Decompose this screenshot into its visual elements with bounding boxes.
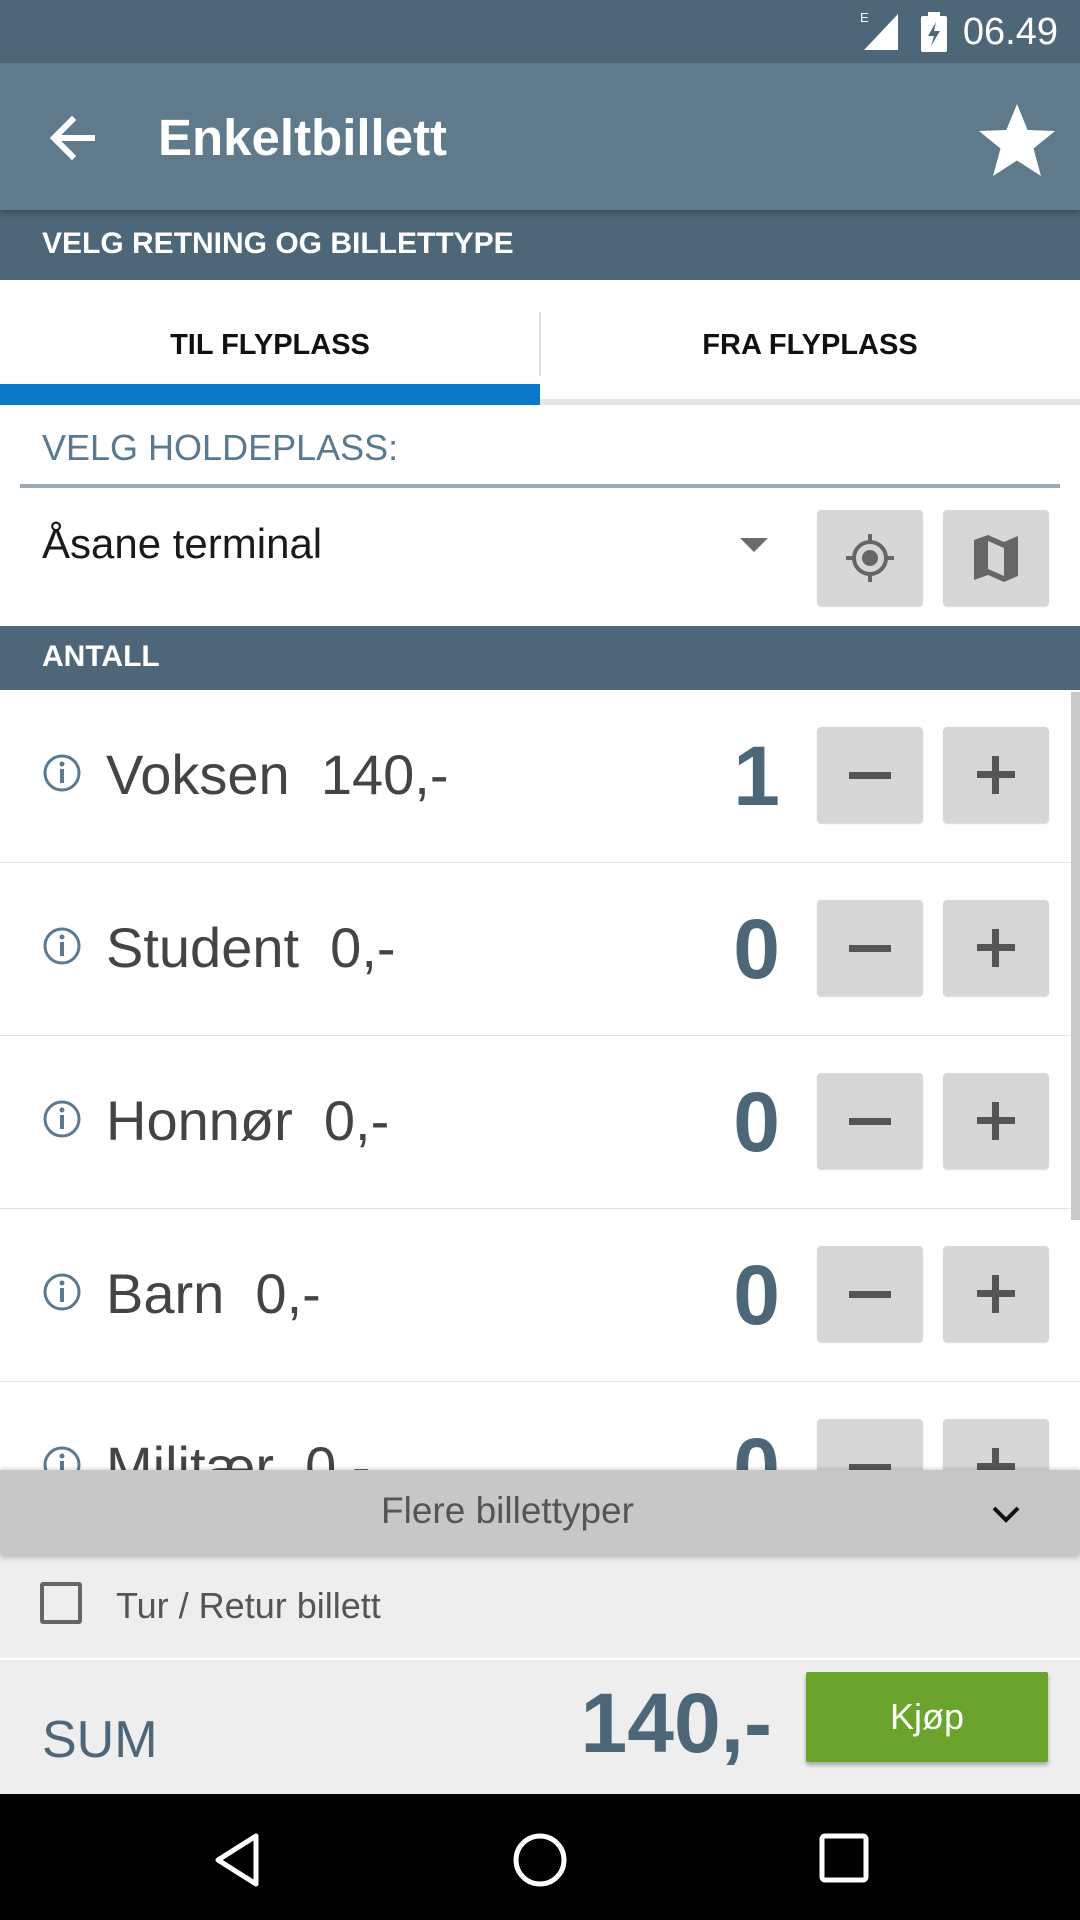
ticket-row: Militær 0,- 0: [0, 1382, 1080, 1470]
ticket-type-list: Voksen 140,- 1 Student 0,- 0 Honnør 0,- 0 Barn…: [0, 690, 1080, 1470]
plus-icon: [977, 1448, 1015, 1470]
increment-button[interactable]: [943, 1073, 1049, 1169]
increment-button[interactable]: [943, 1419, 1049, 1470]
minus-icon: [849, 1291, 891, 1298]
list-scrollbar[interactable]: [1071, 692, 1080, 1220]
decrement-button[interactable]: [817, 1246, 923, 1342]
decrement-button[interactable]: [817, 727, 923, 823]
battery-icon: [921, 12, 947, 52]
ticket-price: 0,-: [330, 916, 396, 979]
info-icon[interactable]: [42, 1099, 82, 1139]
info-icon[interactable]: [42, 1272, 82, 1312]
page-title: Enkeltbillett: [158, 109, 448, 166]
plus-icon: [977, 1275, 1015, 1313]
dropdown-arrow-icon[interactable]: [740, 538, 768, 552]
ticket-name: Militær: [106, 1435, 274, 1470]
minus-icon: [849, 945, 891, 952]
direction-section-header: VELG RETNING OG BILLETTYPE: [0, 210, 1080, 280]
ticket-name: Barn: [106, 1262, 225, 1325]
count-section-header: ANTALL: [0, 626, 1080, 690]
sum-label: SUM: [42, 1711, 158, 1769]
decrement-button[interactable]: [817, 1419, 923, 1470]
ticket-name-price: Student 0,-: [106, 915, 396, 980]
return-ticket-checkbox[interactable]: [40, 1582, 82, 1624]
plus-icon: [977, 1102, 1015, 1140]
buy-button[interactable]: Kjøp: [806, 1672, 1048, 1762]
info-icon[interactable]: [42, 1445, 82, 1470]
nav-back-icon[interactable]: [208, 1830, 268, 1890]
tab-divider: [539, 312, 541, 376]
ticket-name-price: Barn 0,-: [106, 1261, 321, 1326]
stop-field-label: VELG HOLDEPLASS:: [42, 427, 399, 468]
ticket-count: 0: [733, 1075, 780, 1169]
return-ticket-row: Tur / Retur billett: [0, 1555, 1080, 1658]
decrement-button[interactable]: [817, 1073, 923, 1169]
map-icon: [974, 535, 1018, 582]
ticket-name: Honnør: [106, 1089, 293, 1152]
status-time: 06.49: [962, 11, 1058, 53]
tab-underline: [540, 399, 1080, 405]
plus-icon: [977, 929, 1015, 967]
signal-icon: E: [860, 10, 898, 50]
info-icon[interactable]: [42, 926, 82, 966]
ticket-row: Honnør 0,- 0: [0, 1036, 1080, 1210]
increment-button[interactable]: [943, 900, 1049, 996]
status-bar: [0, 0, 1080, 63]
ticket-name: Student: [106, 916, 300, 979]
return-ticket-label[interactable]: Tur / Retur billett: [116, 1585, 381, 1627]
nav-home-icon[interactable]: [508, 1828, 572, 1892]
decrement-button[interactable]: [817, 900, 923, 996]
increment-button[interactable]: [943, 727, 1049, 823]
back-arrow-icon[interactable]: [30, 96, 114, 180]
ticket-price: 0,-: [255, 1262, 321, 1325]
ticket-row: Voksen 140,- 1: [0, 690, 1080, 864]
direction-section-title: VELG RETNING OG BILLETTYPE: [42, 227, 514, 260]
ticket-price: 140,-: [320, 743, 449, 806]
minus-icon: [849, 1464, 891, 1470]
ticket-count: 1: [733, 729, 780, 823]
increment-button[interactable]: [943, 1246, 1049, 1342]
count-section-title: ANTALL: [42, 640, 160, 673]
more-ticket-types-label: Flere billettyper: [381, 1490, 634, 1531]
plus-icon: [977, 756, 1015, 794]
map-button[interactable]: [943, 510, 1049, 606]
stop-field-underline: [20, 484, 1060, 488]
ticket-name-price: Voksen 140,-: [106, 742, 448, 807]
stop-select[interactable]: Åsane terminal: [42, 520, 322, 568]
network-type-label: E: [860, 10, 869, 25]
ticket-price: 0,-: [323, 1089, 390, 1152]
ticket-count: 0: [733, 1248, 780, 1342]
ticket-row: Barn 0,- 0: [0, 1209, 1080, 1383]
chevron-down-icon: [992, 1506, 1020, 1523]
tab-from-airport[interactable]: FRA FLYPLASS: [540, 280, 1080, 405]
more-ticket-types-bar[interactable]: Flere billettyper: [0, 1470, 1080, 1555]
locate-me-button[interactable]: [817, 510, 923, 606]
ticket-name: Voksen: [106, 743, 290, 806]
star-icon[interactable]: [975, 98, 1059, 182]
sum-row: SUM 140,- Kjøp: [0, 1660, 1080, 1794]
ticket-row: Student 0,- 0: [0, 863, 1080, 1037]
ticket-count: 0: [733, 902, 780, 996]
ticket-name-price: Honnør 0,-: [106, 1088, 389, 1153]
info-icon[interactable]: [42, 753, 82, 793]
nav-recent-apps-icon[interactable]: [816, 1830, 872, 1886]
ticket-price: 0,-: [305, 1435, 371, 1470]
minus-icon: [849, 1118, 891, 1125]
location-crosshair-icon: [846, 534, 894, 582]
ticket-count: 0: [733, 1421, 780, 1470]
ticket-name-price: Militær 0,-: [106, 1434, 370, 1470]
selected-tab-indicator: [0, 384, 540, 405]
minus-icon: [849, 772, 891, 779]
sum-value: 140,-: [580, 1676, 772, 1770]
